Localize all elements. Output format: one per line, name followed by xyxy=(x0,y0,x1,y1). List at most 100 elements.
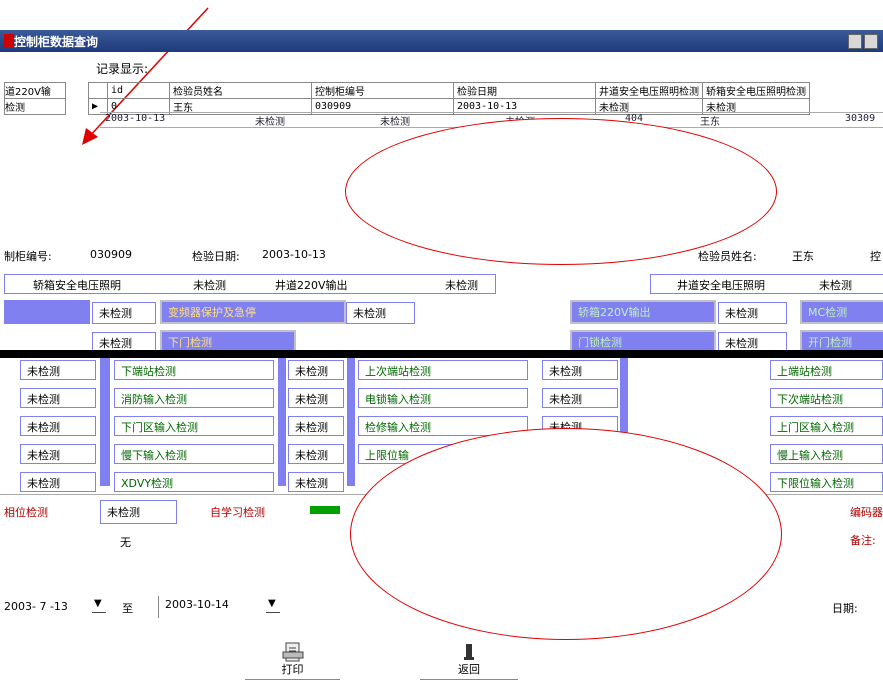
note-label: 备注: xyxy=(850,534,876,547)
shaft220-status: 未检测 xyxy=(445,279,478,292)
date-start[interactable]: 2003- 7 -13 xyxy=(4,600,68,613)
annotation-ellipse-1 xyxy=(345,118,777,265)
col3-status-3: 未检测 xyxy=(288,444,344,464)
col6-label-list: 上端站检测 下次端站检测 上门区输入检测 慢上输入检测 下限位输入检测 xyxy=(770,360,883,492)
col3-blue-spacer xyxy=(347,358,355,486)
app-icon xyxy=(4,34,14,47)
col-date[interactable]: 检验日期 xyxy=(453,82,596,99)
car-light-label: 轿箱安全电压照明 xyxy=(33,279,121,292)
col2-label-list: 下端站检测 消防输入检测 下门区输入检测 慢下输入检测 XDVY检测 xyxy=(114,360,274,492)
car-light-status: 未检测 xyxy=(193,279,226,292)
date-end[interactable]: 2003-10-14 xyxy=(165,598,229,611)
col1-status-1: 未检测 xyxy=(20,388,96,408)
top-status-row: 轿箱安全电压照明 未检测 井道220V输出 未检测 xyxy=(4,274,496,294)
self-learn-label: 自学习检测 xyxy=(210,506,265,519)
row-a-label-2: 轿箱220V输出 xyxy=(570,300,716,324)
encoder-label: 编码器 xyxy=(850,506,883,519)
inspector-value: 王东 xyxy=(792,250,814,263)
row-a-label-1: 变频器保护及急停 xyxy=(160,300,346,324)
col3-status-1: 未检测 xyxy=(288,388,344,408)
col2-label-0: 下端站检测 xyxy=(114,360,274,380)
overflow-status-2: 未检测 xyxy=(380,117,410,128)
col1-status-0: 未检测 xyxy=(20,360,96,380)
col6-label-1: 下次端站检测 xyxy=(770,388,883,408)
col1-status-4: 未检测 xyxy=(20,472,96,492)
col-car-light[interactable]: 轿箱安全电压照明检测 xyxy=(702,82,810,99)
overflow-cabinet: 30309 xyxy=(845,113,876,124)
shaft-light-label: 井道安全电压照明 xyxy=(677,279,765,292)
date-start-dropdown[interactable]: ▼ xyxy=(94,598,102,609)
inspector-label: 检验员姓名: xyxy=(698,250,757,263)
col6-label-3: 慢上输入检测 xyxy=(770,444,883,464)
date-end-dropdown[interactable]: ▼ xyxy=(268,598,276,609)
row-a-blue-left xyxy=(4,300,90,324)
col3-status-4: 未检测 xyxy=(288,472,344,492)
print-underline xyxy=(245,679,340,680)
window-title: 控制柜数据查询 xyxy=(14,35,99,49)
col6-label-0: 上端站检测 xyxy=(770,360,883,380)
col1-status-list: 未检测 未检测 未检测 未检测 未检测 xyxy=(20,360,96,492)
col2-label-3: 慢下输入检测 xyxy=(114,444,274,464)
print-label: 打印 xyxy=(281,663,304,676)
col6-label-4: 下限位输入检测 xyxy=(770,472,883,492)
left-grid-fragment: 道220V输 检测 xyxy=(4,82,66,115)
col1-blue-spacer xyxy=(100,358,110,486)
date-value: 2003-10-13 xyxy=(262,248,326,261)
panel-divider xyxy=(0,350,883,358)
left-frag-header: 道220V输 xyxy=(5,83,65,99)
col4-label-1: 电锁输入检测 xyxy=(358,388,528,408)
col-cabinet[interactable]: 控制柜编号 xyxy=(311,82,454,99)
grid-row-selector xyxy=(88,82,108,99)
col5-blue-spacer xyxy=(620,358,628,438)
col2-label-4: XDVY检测 xyxy=(114,472,274,492)
phase-box: 未检测 xyxy=(100,500,177,524)
grid-header-row: id 检验员姓名 控制柜编号 检验日期 井道安全电压照明检测 轿箱安全电压照明检… xyxy=(88,82,810,99)
col6-label-2: 上门区输入检测 xyxy=(770,416,883,436)
row-a-status-2: 未检测 xyxy=(346,302,415,324)
col2-label-2: 下门区输入检测 xyxy=(114,416,274,436)
col3-status-0: 未检测 xyxy=(288,360,344,380)
col2-label-1: 消防输入检测 xyxy=(114,388,274,408)
shaft-light-status: 未检测 xyxy=(819,279,852,292)
col2-blue-spacer xyxy=(278,358,286,486)
none-value: 无 xyxy=(120,536,131,549)
phase-label: 相位检测 xyxy=(4,506,48,519)
records-grid[interactable]: id 检验员姓名 控制柜编号 检验日期 井道安全电压照明检测 轿箱安全电压照明检… xyxy=(88,82,810,115)
left-frag-value: 检测 xyxy=(5,103,25,114)
back-underline xyxy=(420,679,518,680)
col-shaft-light[interactable]: 井道安全电压照明检测 xyxy=(595,82,703,99)
col-id[interactable]: id xyxy=(107,82,170,99)
row-a-label-3: MC检测 xyxy=(800,300,883,324)
overflow-date: 2003-10-13 xyxy=(105,113,166,124)
records-label: 记录显示: xyxy=(96,62,149,76)
overflow-inspector: 王东 xyxy=(700,117,720,128)
date-label: 检验日期: xyxy=(192,250,240,263)
date-label-right: 日期: xyxy=(832,602,858,615)
col4-label-0: 上次端站检测 xyxy=(358,360,528,380)
date-end-underline xyxy=(266,612,280,613)
annotation-ellipse-2 xyxy=(350,428,782,640)
col-inspector[interactable]: 检验员姓名 xyxy=(169,82,312,99)
date-start-underline xyxy=(92,612,106,613)
row-a-status-3: 未检测 xyxy=(718,302,787,324)
restore-button[interactable] xyxy=(848,34,862,49)
top-status-row-right: 井道安全电压照明 未检测 xyxy=(650,274,883,294)
close-button[interactable] xyxy=(864,34,878,49)
print-button[interactable]: 打印 xyxy=(245,640,340,680)
col3-status-2: 未检测 xyxy=(288,416,344,436)
info-trailing: 控 xyxy=(870,250,881,263)
cabinet-label: 制柜编号: xyxy=(4,250,52,263)
col5-status-1: 未检测 xyxy=(542,388,618,408)
date-end-field[interactable]: 2003-10-14 xyxy=(158,596,229,618)
cabinet-value: 030909 xyxy=(90,248,132,261)
row-a-status-1: 未检测 xyxy=(92,302,156,324)
col3-status-list: 未检测 未检测 未检测 未检测 未检测 xyxy=(288,360,344,492)
back-button[interactable]: 返回 xyxy=(420,640,518,680)
back-label: 返回 xyxy=(458,663,480,676)
overflow-status-1: 未检测 xyxy=(255,117,285,128)
col5-status-0: 未检测 xyxy=(542,360,618,380)
phase-value: 未检测 xyxy=(107,506,140,519)
col1-status-3: 未检测 xyxy=(20,444,96,464)
shaft220-label: 井道220V输出 xyxy=(275,279,348,292)
date-to: 至 xyxy=(122,602,133,615)
